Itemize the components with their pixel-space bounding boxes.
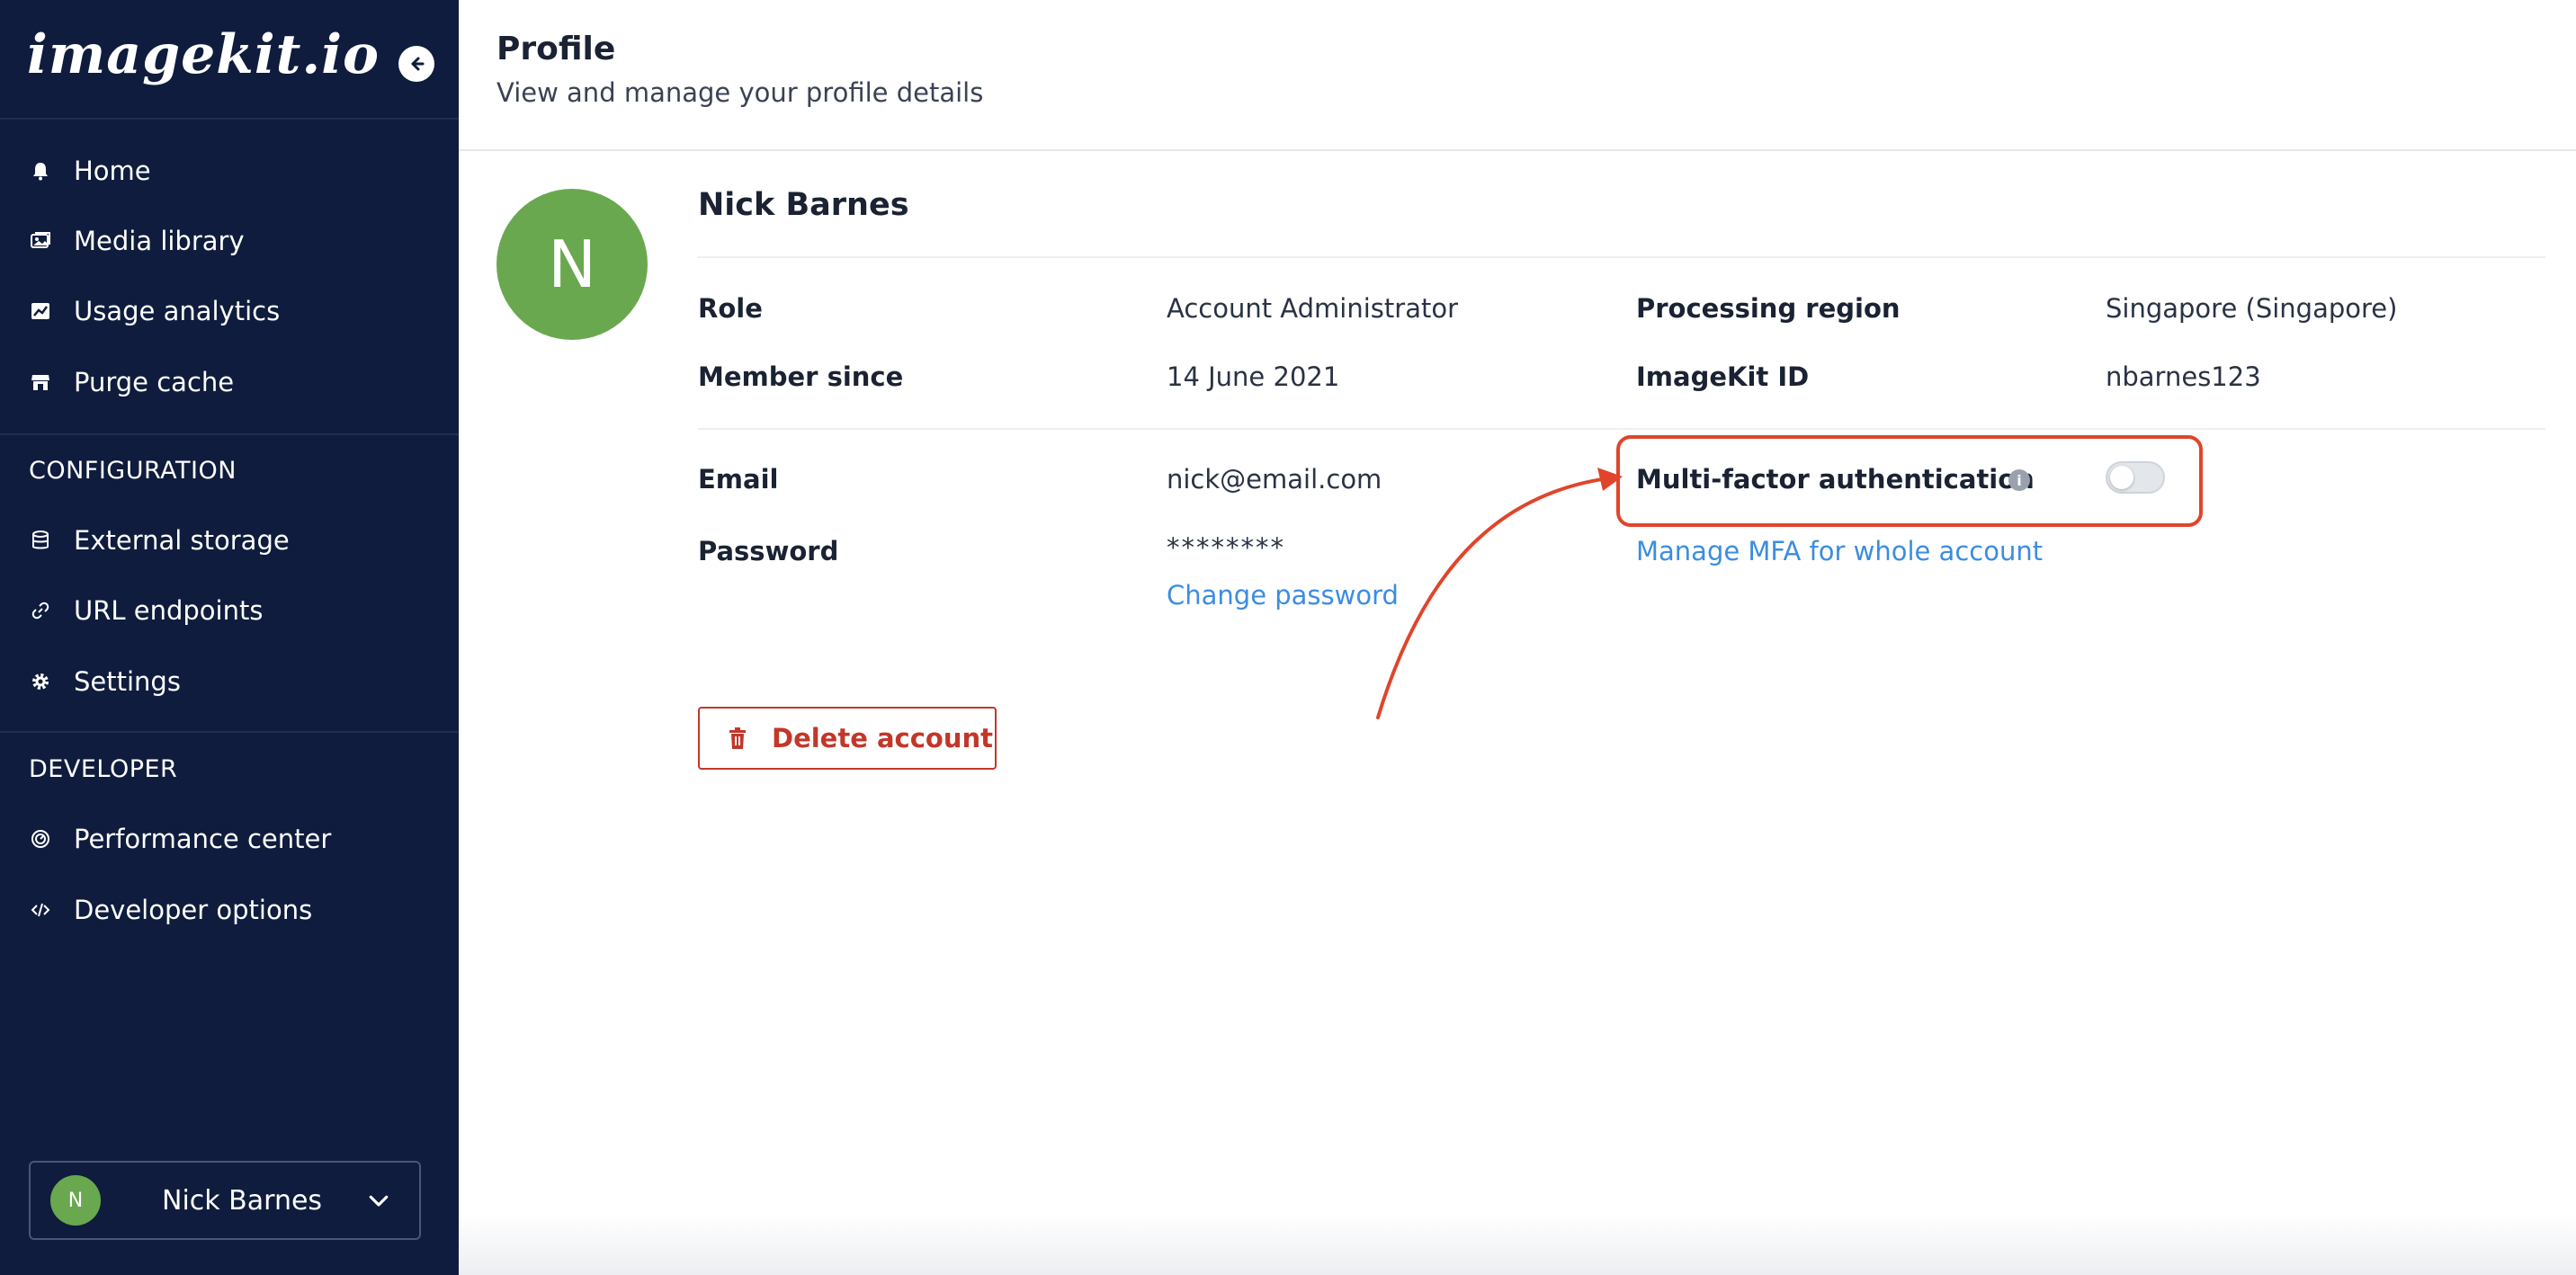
avatar: N xyxy=(50,1175,101,1226)
sidebar-divider xyxy=(0,433,459,435)
section-title-developer: DEVELOPER xyxy=(29,755,178,783)
mfa-label: Multi-factor authentication xyxy=(1636,464,2035,495)
member-since-value: 14 June 2021 xyxy=(1167,361,1340,392)
role-label: Role xyxy=(698,293,763,324)
member-since-label: Member since xyxy=(698,361,904,392)
database-icon xyxy=(29,529,52,552)
email-value: nick@email.com xyxy=(1167,464,1382,495)
email-label: Email xyxy=(698,464,779,495)
sidebar-item-label: Settings xyxy=(74,666,181,697)
delete-account-label: Delete account xyxy=(772,723,994,753)
sidebar-divider xyxy=(0,118,459,120)
processing-region-label: Processing region xyxy=(1636,293,1901,324)
page-subtitle: View and manage your profile details xyxy=(496,77,984,108)
processing-region-value: Singapore (Singapore) xyxy=(2106,293,2398,324)
section-title-configuration: CONFIGURATION xyxy=(29,457,237,485)
brand-logo[interactable]: imagekit.io xyxy=(27,23,380,86)
sidebar-item-performance-center[interactable]: Performance center xyxy=(29,816,434,861)
bottom-shade xyxy=(459,1214,2576,1275)
sidebar-item-home[interactable]: Home xyxy=(29,148,434,193)
account-switcher[interactable]: N Nick Barnes xyxy=(29,1161,421,1240)
link-icon xyxy=(29,599,52,622)
account-switcher-name: Nick Barnes xyxy=(162,1184,323,1217)
role-value: Account Administrator xyxy=(1167,293,1458,324)
main-content: Profile View and manage your profile det… xyxy=(459,0,2576,1275)
trash-icon xyxy=(729,727,746,749)
section-divider xyxy=(698,428,2545,430)
password-value: ******** xyxy=(1167,532,1285,563)
password-label: Password xyxy=(698,536,839,566)
sidebar-item-label: Purge cache xyxy=(74,367,235,397)
mfa-toggle[interactable] xyxy=(2106,461,2165,494)
store-icon xyxy=(29,370,52,394)
sidebar-item-label: Home xyxy=(74,156,151,186)
sidebar-item-settings[interactable]: Settings xyxy=(29,659,434,704)
sidebar-item-label: URL endpoints xyxy=(74,595,264,626)
images-icon xyxy=(29,229,52,253)
imagekit-id-label: ImageKit ID xyxy=(1636,361,1810,392)
sidebar-item-external-storage[interactable]: External storage xyxy=(29,518,434,563)
gear-icon xyxy=(29,670,52,693)
imagekit-id-value: nbarnes123 xyxy=(2106,361,2261,392)
bell-icon xyxy=(29,159,52,183)
sidebar: imagekit.io Home Media library Usage ana… xyxy=(0,0,459,1275)
annotation-arrow xyxy=(1376,468,1623,719)
page-header: Profile View and manage your profile det… xyxy=(459,0,2576,151)
sidebar-item-media-library[interactable]: Media library xyxy=(29,218,434,263)
page-title: Profile xyxy=(496,31,616,67)
gauge-icon xyxy=(29,827,52,851)
profile-avatar: N xyxy=(496,189,648,340)
section-divider xyxy=(698,256,2545,258)
sidebar-item-label: Performance center xyxy=(74,824,332,854)
delete-account-button[interactable]: Delete account xyxy=(698,707,997,770)
toggle-knob xyxy=(2110,466,2133,489)
chart-icon xyxy=(29,299,52,323)
sidebar-item-developer-options[interactable]: Developer options xyxy=(29,887,434,932)
code-icon xyxy=(29,898,52,922)
sidebar-item-label: Media library xyxy=(74,226,245,256)
manage-mfa-link[interactable]: Manage MFA for whole account xyxy=(1636,536,2043,566)
collapse-sidebar-button[interactable] xyxy=(398,46,434,82)
sidebar-item-label: Developer options xyxy=(74,895,313,925)
sidebar-item-label: External storage xyxy=(74,525,290,556)
arrow-left-icon xyxy=(411,57,425,71)
change-password-link[interactable]: Change password xyxy=(1167,580,1399,611)
sidebar-item-label: Usage analytics xyxy=(74,296,281,326)
sidebar-divider xyxy=(0,731,459,733)
sidebar-item-usage-analytics[interactable]: Usage analytics xyxy=(29,289,434,334)
chevron-down-icon xyxy=(369,1195,389,1207)
profile-name: Nick Barnes xyxy=(698,187,909,223)
info-icon[interactable]: i xyxy=(2008,469,2030,491)
sidebar-item-url-endpoints[interactable]: URL endpoints xyxy=(29,588,434,633)
sidebar-item-purge-cache[interactable]: Purge cache xyxy=(29,360,434,405)
